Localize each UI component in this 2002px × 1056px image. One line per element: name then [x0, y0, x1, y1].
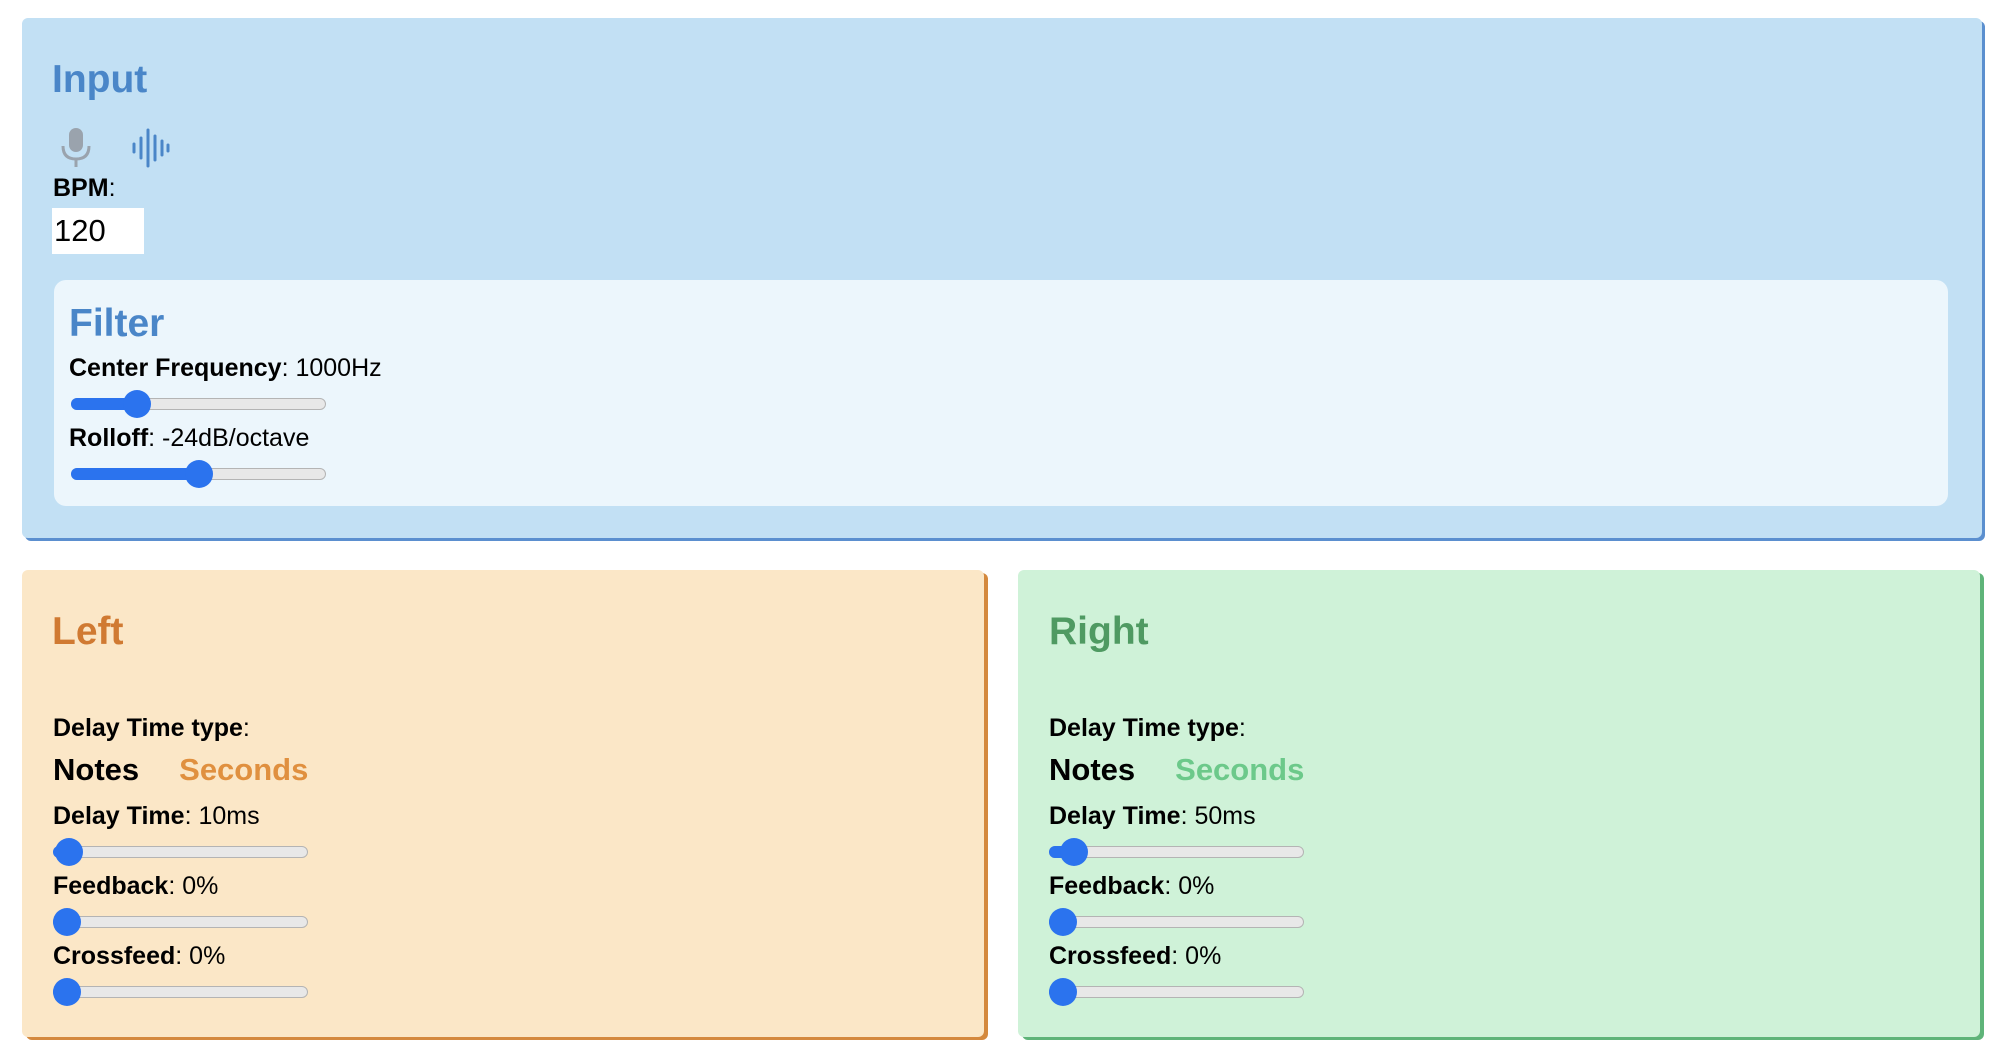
notes-option[interactable]: Notes — [53, 752, 139, 788]
filter-section: Filter Center Frequency: 1000Hz Rolloff:… — [54, 280, 1948, 506]
center-frequency-value: 1000Hz — [295, 354, 382, 382]
right-channel-panel: Right Delay Time type: Notes Seconds Del… — [1018, 570, 1980, 1037]
notes-option[interactable]: Notes — [1049, 752, 1135, 788]
slider-thumb[interactable] — [1049, 978, 1077, 1006]
rolloff-value: -24dB/octave — [162, 424, 310, 452]
feedback-slider[interactable] — [53, 908, 308, 936]
delay-time-slider[interactable] — [1049, 838, 1304, 866]
slider-thumb[interactable] — [184, 460, 213, 488]
bpm-label: BPM: — [53, 174, 116, 202]
crossfeed-value: 0% — [189, 942, 226, 970]
feedback-value: 0% — [1178, 872, 1215, 900]
slider-thumb[interactable] — [1049, 908, 1077, 936]
slider-thumb[interactable] — [55, 838, 84, 866]
delay-time-type-label: Delay Time type: — [1049, 714, 1246, 742]
left-title: Left — [52, 610, 124, 653]
feedback-slider[interactable] — [1049, 908, 1304, 936]
delay-time-type-label: Delay Time type: — [53, 714, 250, 742]
microphone-icon[interactable] — [54, 126, 98, 170]
crossfeed-label: Crossfeed: 0% — [53, 942, 226, 970]
feedback-value: 0% — [182, 872, 219, 900]
seconds-option[interactable]: Seconds — [179, 752, 308, 788]
feedback-label: Feedback: 0% — [1049, 872, 1215, 900]
bpm-input[interactable] — [52, 208, 144, 254]
crossfeed-label: Crossfeed: 0% — [1049, 942, 1222, 970]
slider-thumb[interactable] — [53, 978, 81, 1006]
waveform-icon[interactable] — [128, 126, 172, 170]
center-frequency-slider[interactable] — [71, 390, 326, 418]
delay-time-label: Delay Time: 50ms — [1049, 802, 1256, 830]
seconds-option[interactable]: Seconds — [1175, 752, 1304, 788]
right-title: Right — [1049, 610, 1149, 653]
crossfeed-slider[interactable] — [53, 978, 308, 1006]
delay-time-value: 10ms — [198, 802, 260, 830]
crossfeed-slider[interactable] — [1049, 978, 1304, 1006]
left-channel-panel: Left Delay Time type: Notes Seconds Dela… — [22, 570, 984, 1037]
delay-time-slider[interactable] — [53, 838, 308, 866]
center-frequency-label: Center Frequency: 1000Hz — [69, 354, 382, 382]
delay-time-value: 50ms — [1194, 802, 1256, 830]
slider-thumb[interactable] — [53, 908, 81, 936]
delay-type-toggle: Notes Seconds — [1049, 752, 1304, 788]
crossfeed-value: 0% — [1185, 942, 1222, 970]
rolloff-slider[interactable] — [71, 460, 326, 488]
slider-thumb[interactable] — [1060, 838, 1089, 866]
feedback-label: Feedback: 0% — [53, 872, 219, 900]
rolloff-label: Rolloff: -24dB/octave — [69, 424, 310, 452]
input-source-icons — [54, 126, 172, 170]
delay-type-toggle: Notes Seconds — [53, 752, 308, 788]
slider-thumb[interactable] — [123, 390, 152, 418]
input-panel: Input BPM: Filter — [22, 18, 1982, 538]
delay-time-label: Delay Time: 10ms — [53, 802, 260, 830]
filter-title: Filter — [69, 302, 165, 345]
input-title: Input — [52, 58, 148, 101]
